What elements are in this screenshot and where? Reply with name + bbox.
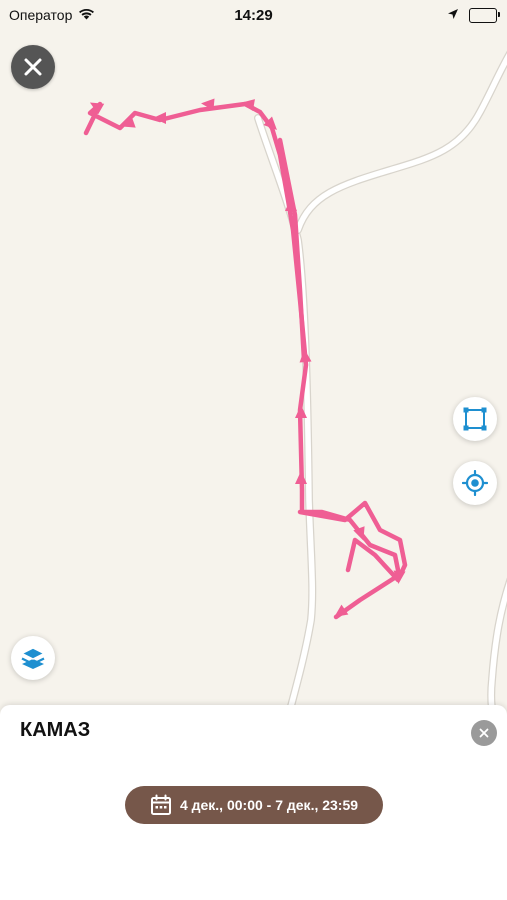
close-map-button[interactable]	[11, 45, 55, 89]
screen: Оператор 14:29 КАМАЗ 4 дек., 00:00 - 7 д…	[0, 0, 507, 900]
status-right	[447, 7, 507, 23]
date-range-label: 4 дек., 00:00 - 7 дек., 23:59	[179, 797, 359, 813]
map-view[interactable]	[0, 0, 507, 720]
date-range-button[interactable]: 4 дек., 00:00 - 7 дек., 23:59	[125, 786, 383, 824]
vehicle-title: КАМАЗ	[20, 719, 91, 741]
location-arrow-icon	[447, 7, 459, 23]
status-bar: Оператор 14:29	[0, 0, 507, 30]
status-left: Оператор	[0, 7, 95, 23]
battery-icon	[469, 7, 500, 23]
fit-bounds-button[interactable]	[453, 397, 497, 441]
vehicle-sheet: КАМАЗ 4 дек., 00:00 - 7 дек., 23:59	[0, 705, 507, 900]
locate-icon	[462, 470, 488, 496]
layers-button[interactable]	[11, 636, 55, 680]
sheet-close-button[interactable]	[471, 720, 497, 746]
wifi-icon	[78, 7, 95, 23]
close-icon	[479, 728, 489, 738]
close-icon	[24, 58, 42, 76]
fit-bounds-icon	[463, 407, 487, 431]
locate-button[interactable]	[453, 461, 497, 505]
calendar-icon	[150, 794, 171, 815]
layers-icon	[20, 647, 46, 669]
carrier-label: Оператор	[9, 7, 73, 23]
map-canvas[interactable]	[0, 0, 507, 720]
